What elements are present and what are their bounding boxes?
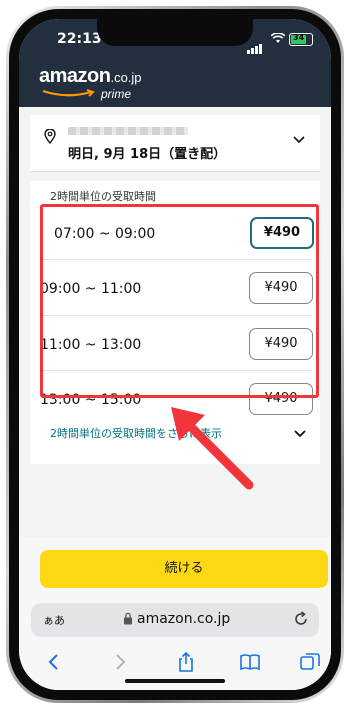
browser-address-bar[interactable]: ぁあ amazon.co.jp [31, 603, 319, 637]
location-pin-icon [44, 129, 56, 144]
delivery-date: 明日, 9月 18日（置き配） [68, 147, 227, 162]
phone-frame: 22:13 34 amazon.co.jp prime 明日, 9月 18日（置… [6, 6, 344, 703]
annotation-highlight-box [40, 204, 319, 398]
logo-tld-text: .co.jp [110, 70, 142, 85]
lock-icon [124, 612, 132, 625]
tabs-icon[interactable] [299, 651, 321, 673]
annotation-arrow [171, 407, 254, 490]
amazon-logo[interactable]: amazon.co.jp prime [39, 65, 142, 101]
slots-section-title: 2時間単位の受取時間 [50, 190, 156, 203]
continue-button[interactable]: 続ける [40, 550, 328, 588]
home-indicator [125, 679, 225, 683]
text-size-button[interactable]: ぁあ [43, 612, 65, 628]
logo-main-text: amazon [39, 65, 111, 87]
wifi-icon [271, 33, 285, 43]
notch [97, 19, 253, 46]
delivery-address-card[interactable]: 明日, 9月 18日（置き配） [30, 115, 320, 172]
phone-screen: 22:13 34 amazon.co.jp prime 明日, 9月 18日（置… [19, 19, 331, 690]
prime-label: prime [101, 87, 132, 101]
reload-icon[interactable] [293, 611, 309, 627]
status-time: 22:13 [57, 31, 102, 47]
chevron-down-icon[interactable] [293, 429, 307, 439]
back-icon[interactable] [43, 651, 65, 673]
battery-icon: 34 [289, 33, 313, 46]
amazon-smile-icon [42, 89, 95, 97]
chevron-down-icon[interactable] [292, 135, 306, 145]
amazon-header: amazon.co.jp prime [19, 59, 331, 107]
browser-toolbar [19, 645, 331, 690]
share-icon[interactable] [175, 651, 197, 673]
bookmarks-icon[interactable] [239, 651, 261, 673]
phone-bezel: 22:13 34 amazon.co.jp prime 明日, 9月 18日（置… [9, 9, 341, 700]
forward-icon[interactable] [109, 651, 131, 673]
url-text: amazon.co.jp [137, 611, 231, 627]
blurred-address [68, 127, 188, 135]
battery-level: 34 [293, 33, 305, 42]
